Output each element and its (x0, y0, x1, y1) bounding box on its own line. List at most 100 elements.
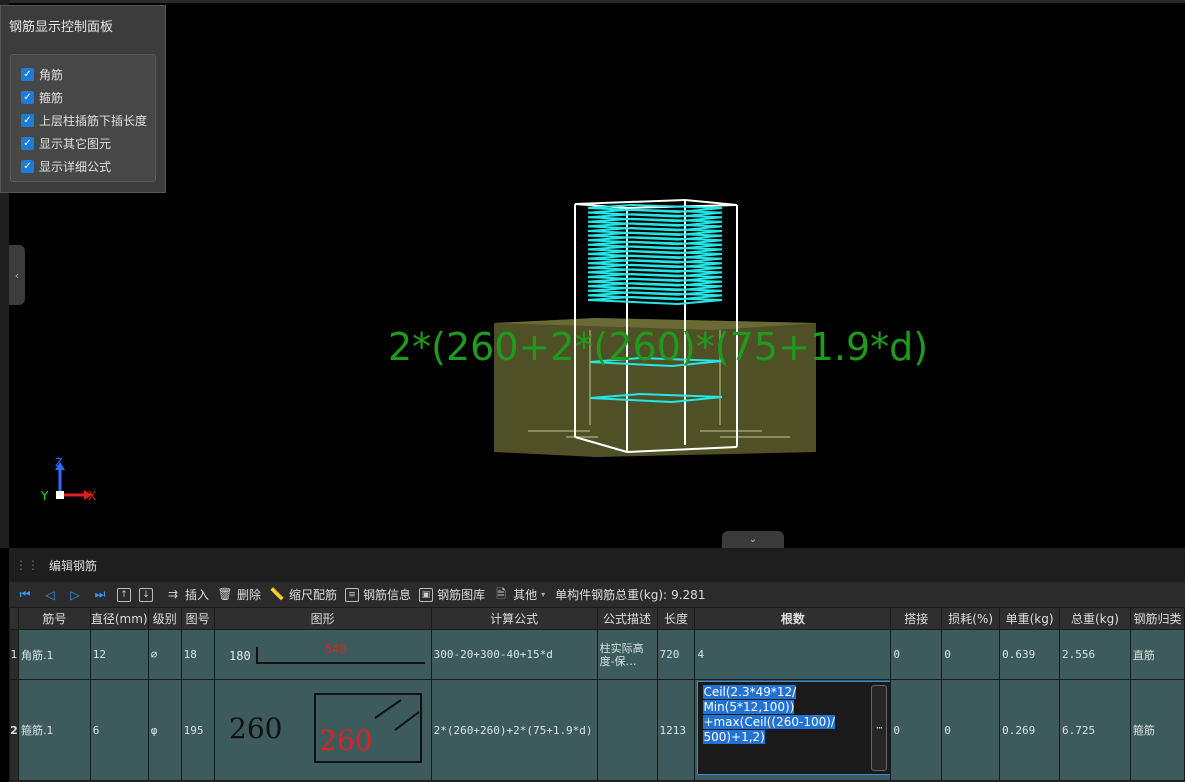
row-number: 2 (9, 679, 19, 781)
rebar-3d-scene[interactable]: 2*(260+2*(260)*(75+1.9*d) Z X Y (0, 0, 1185, 548)
checkbox-checked-icon[interactable]: ✓ (21, 91, 34, 104)
cell-diameter[interactable]: 12 (89, 629, 149, 680)
axis-indicator: Z X Y (40, 456, 96, 503)
cell-length[interactable]: 720 (656, 629, 696, 680)
cell-count[interactable]: 4 (694, 629, 892, 680)
edit-rebar-panel: ⋮⋮ 编辑钢筋 ⏮ ◁ ▷ ⏭ ↑ ↓ ⇉ 插入 🗑 删除 📏 缩尺配筋 ≡ 钢筋信息 … (9, 548, 1185, 782)
cell-lap[interactable]: 0 (890, 679, 943, 781)
cell-desc[interactable]: 柱实际高度-保… (596, 629, 658, 680)
cell-loss[interactable]: 0 (941, 629, 1001, 680)
checkbox-checked-icon[interactable]: ✓ (21, 160, 34, 173)
cell-unit-weight[interactable]: 0.639 (999, 629, 1061, 680)
editor-header: ⋮⋮ 编辑钢筋 (9, 548, 1185, 582)
rebar-display-control-panel: 钢筋显示控制面板 ✓ 角筋 ✓ 箍筋 ✓ 上层柱插筋下插长度 ✓ 显示其它图元 … (0, 5, 166, 193)
axis-y-label: Y (40, 489, 49, 503)
arrow-up-icon: ↑ (117, 587, 131, 602)
shape-left-dim: 260 (229, 712, 282, 745)
trash-icon: 🗑 (217, 586, 233, 601)
checkbox-checked-icon[interactable]: ✓ (21, 114, 34, 127)
last-record-icon[interactable]: ⏭ (91, 587, 109, 602)
shape-right-dim: 260 (319, 724, 372, 757)
option-label: 上层柱插筋下插长度 (39, 114, 148, 128)
header-loss[interactable]: 损耗(%) (941, 607, 1001, 630)
header-desc[interactable]: 公式描述 (596, 607, 658, 630)
option-upper-insert-length[interactable]: ✓ 上层柱插筋下插长度 (11, 109, 155, 132)
cell-fig[interactable]: 195 (180, 679, 215, 781)
cell-grade[interactable]: ⌀ (147, 629, 182, 680)
delete-button[interactable]: 🗑 删除 (217, 586, 261, 603)
chevron-down-icon: ⌄ (748, 534, 758, 545)
table-row[interactable]: 1 角筋.1 12 ⌀ 18 180 540 300-20+300-40+15*… (9, 629, 1185, 680)
cell-category[interactable]: 直筋 (1129, 629, 1185, 680)
option-show-detailed-formula[interactable]: ✓ 显示详细公式 (11, 155, 155, 178)
option-label: 显示详细公式 (39, 160, 112, 174)
insert-row-icon: ⇉ (167, 586, 179, 601)
rebar-library-button[interactable]: ▣ 钢筋图库 (419, 586, 485, 603)
checkbox-checked-icon[interactable]: ✓ (21, 137, 34, 150)
move-down-button[interactable]: ↓ (139, 587, 157, 602)
checkbox-checked-icon[interactable]: ✓ (21, 68, 34, 81)
move-up-button[interactable]: ↑ (117, 587, 135, 602)
3d-viewport[interactable]: 2*(260+2*(260)*(75+1.9*d) Z X Y ‹ ⌄ 钢筋显示… (0, 0, 1185, 548)
cell-shape[interactable]: 260 260 (213, 679, 432, 781)
scale-rebar-button[interactable]: 📏 缩尺配筋 (269, 586, 338, 603)
cell-length[interactable]: 1213 (656, 679, 696, 781)
header-lap[interactable]: 搭接 (890, 607, 943, 630)
header-length[interactable]: 长度 (656, 607, 696, 630)
cell-category[interactable]: 箍筋 (1129, 679, 1185, 781)
cell-unit-weight[interactable]: 0.269 (999, 679, 1061, 781)
cell-name[interactable]: 箍筋.1 (17, 679, 91, 781)
rebar-info-button[interactable]: ≡ 钢筋信息 (345, 586, 411, 603)
option-corner-rebar[interactable]: ✓ 角筋 (11, 63, 155, 86)
option-label: 显示其它图元 (39, 137, 112, 151)
cell-total-weight[interactable]: 2.556 (1059, 629, 1131, 680)
cell-shape[interactable]: 180 540 (213, 629, 432, 680)
header-name[interactable]: 筋号 (17, 607, 91, 630)
cell-total-weight[interactable]: 6.725 (1059, 679, 1131, 781)
cell-fig[interactable]: 18 (180, 629, 215, 680)
more-options-button[interactable]: ⋯ (871, 685, 888, 771)
header-unit-weight[interactable]: 单重(kg) (999, 607, 1061, 630)
cell-name[interactable]: 角筋.1 (17, 629, 91, 680)
cell-lap[interactable]: 0 (890, 629, 943, 680)
count-formula-editor[interactable]: Ceil(2.3*49*12/ Min(5*12,100)) +max(Ceil… (697, 681, 890, 775)
header-formula[interactable]: 计算公式 (430, 607, 598, 630)
axis-x-label: X (88, 489, 96, 503)
count-formula-text[interactable]: Ceil(2.3*49*12/ Min(5*12,100)) +max(Ceil… (703, 685, 871, 745)
header-rownum (9, 607, 19, 630)
bottom-collapse-tab[interactable]: ⌄ (722, 531, 784, 548)
header-shape[interactable]: 图形 (213, 607, 432, 630)
header-diameter[interactable]: 直径(mm) (89, 607, 149, 630)
cell-formula[interactable]: 300-20+300-40+15*d (430, 629, 598, 680)
cell-diameter[interactable]: 6 (89, 679, 149, 781)
editor-title: 编辑钢筋 (49, 558, 98, 573)
cell-count-editing[interactable]: Ceil(2.3*49*12/ Min(5*12,100)) +max(Ceil… (694, 679, 892, 781)
chevron-left-icon: ‹ (14, 268, 20, 282)
cell-formula[interactable]: 2*(260+260)+2*(75+1.9*d) (430, 679, 598, 781)
first-record-icon[interactable]: ⏮ (16, 587, 34, 602)
header-grade[interactable]: 级别 (147, 607, 182, 630)
drag-grip-icon[interactable]: ⋮⋮ (15, 558, 39, 572)
total-weight: 单构件钢筋总重(kg): 9.281 (555, 588, 706, 602)
header-count[interactable]: 根数 (694, 607, 892, 630)
table-row[interactable]: 2 箍筋.1 6 φ 195 260 260 2*(260+260)+2*(75… (9, 679, 1185, 781)
row-number: 1 (9, 629, 19, 680)
cell-grade[interactable]: φ (147, 679, 182, 781)
cell-desc[interactable] (596, 679, 658, 781)
library-icon: ▣ (419, 587, 434, 602)
insert-button[interactable]: ⇉ 插入 (165, 586, 209, 603)
cell-loss[interactable]: 0 (941, 679, 1001, 781)
left-collapse-tab[interactable]: ‹ (9, 245, 25, 305)
header-category[interactable]: 钢筋归类 (1129, 607, 1185, 630)
option-stirrup[interactable]: ✓ 箍筋 (11, 86, 155, 109)
header-total-weight[interactable]: 总重(kg) (1059, 607, 1131, 630)
other-dropdown[interactable]: 🗎 其他 ▾ (493, 586, 545, 603)
prev-record-icon[interactable]: ◁ (41, 588, 59, 602)
option-show-other-elements[interactable]: ✓ 显示其它图元 (11, 132, 155, 155)
stirrup-rings (587, 203, 723, 306)
next-record-icon[interactable]: ▷ (66, 588, 84, 602)
shape-left-dim: 180 (229, 649, 251, 663)
table-header-row: 筋号 直径(mm) 级别 图号 图形 计算公式 公式描述 长度 根数 搭接 损耗… (9, 607, 1185, 630)
control-options: ✓ 角筋 ✓ 箍筋 ✓ 上层柱插筋下插长度 ✓ 显示其它图元 ✓ 显示详细公式 (10, 54, 156, 182)
header-fig[interactable]: 图号 (180, 607, 215, 630)
